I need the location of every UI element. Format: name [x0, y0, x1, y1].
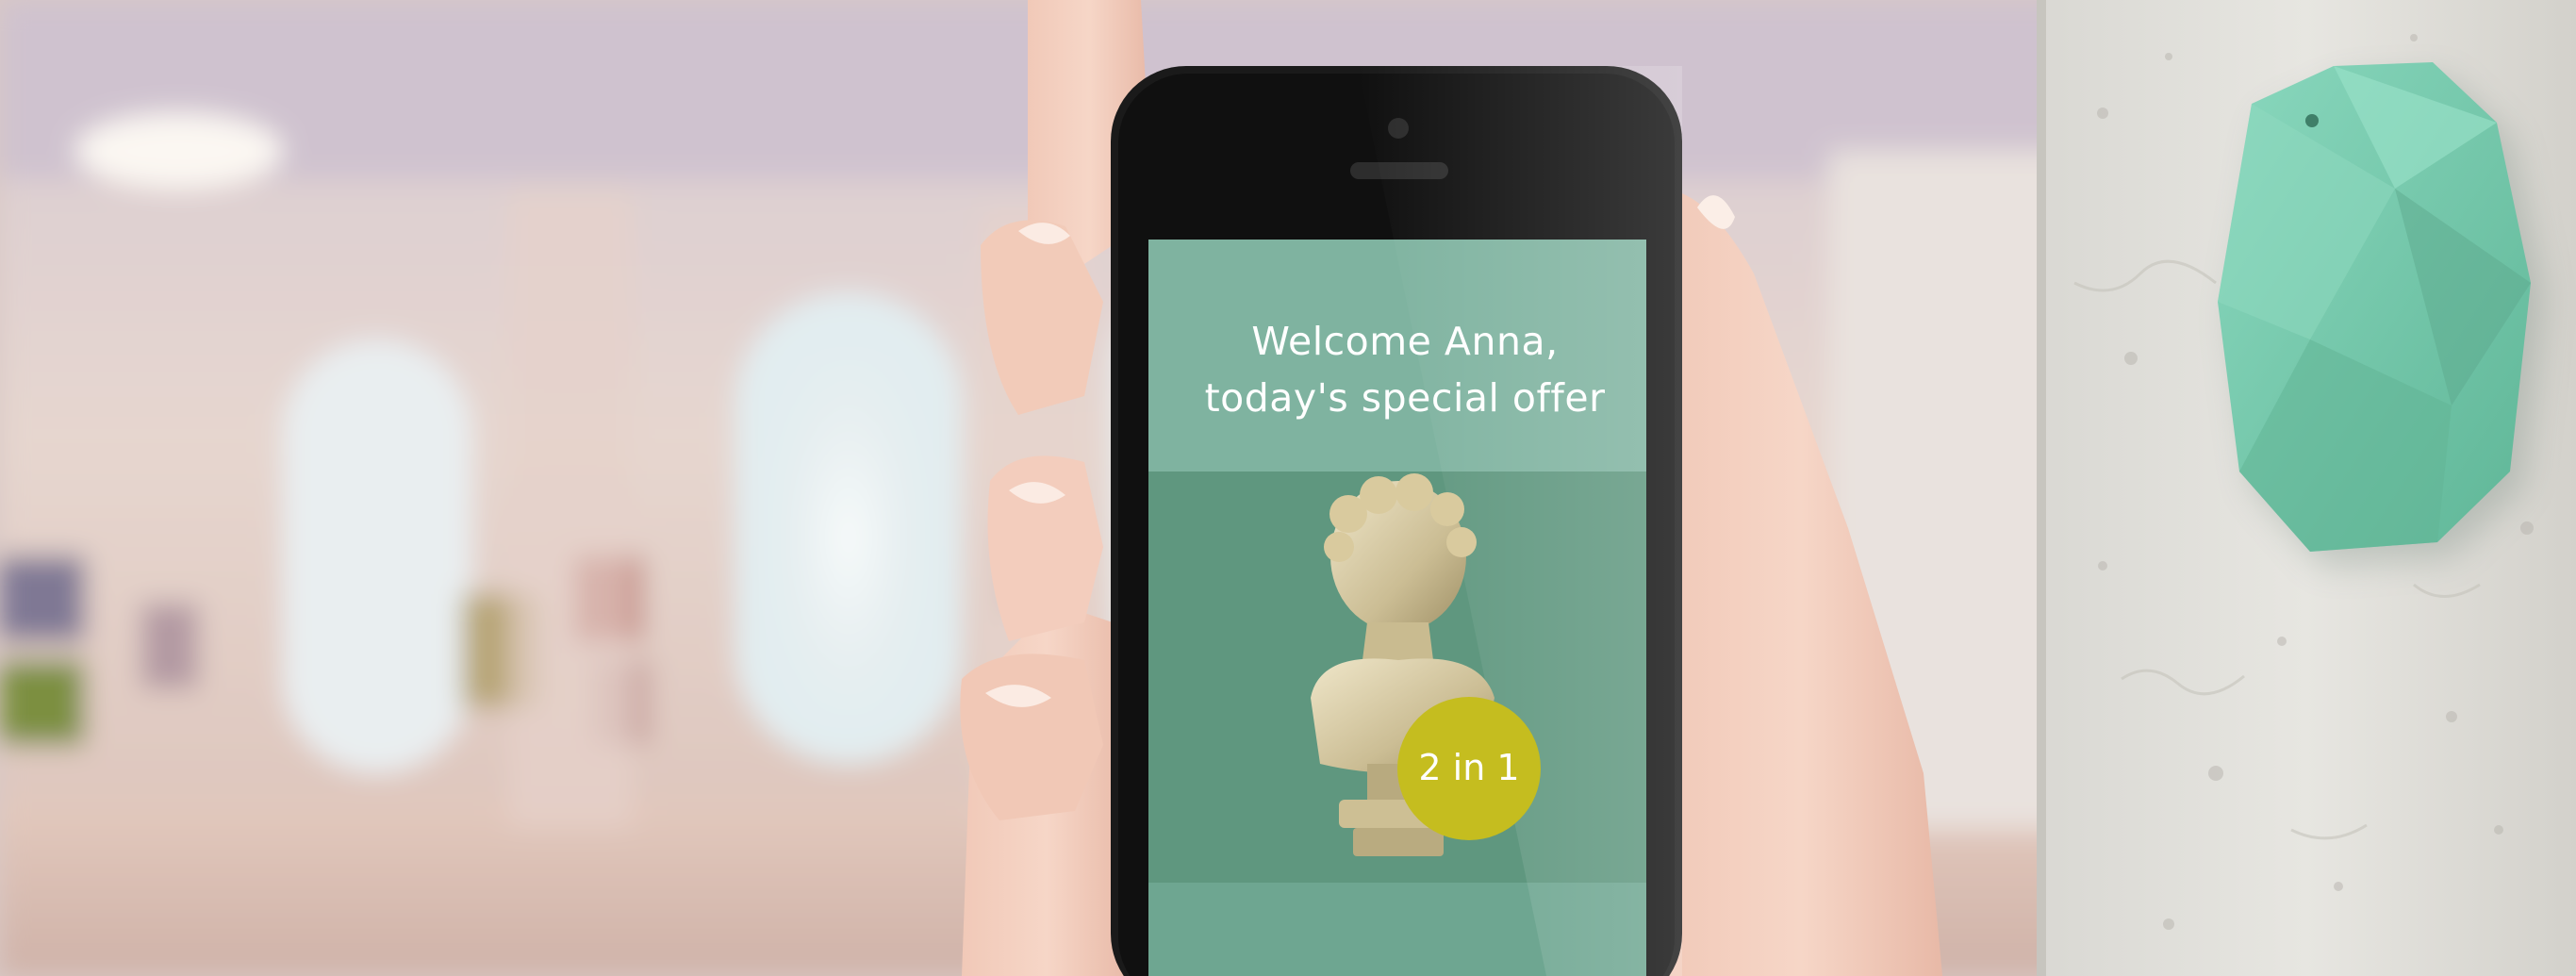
scene-illustration [0, 0, 2576, 976]
scene: Welcome Anna, today's special offer 2 in… [0, 0, 2576, 976]
offer-badge-label: 2 in 1 [1418, 747, 1520, 788]
beacon-device-icon [2218, 62, 2544, 567]
offer-title-text: today's special offer [1204, 375, 1606, 421]
greeting-text: Welcome Anna, [1251, 319, 1559, 364]
